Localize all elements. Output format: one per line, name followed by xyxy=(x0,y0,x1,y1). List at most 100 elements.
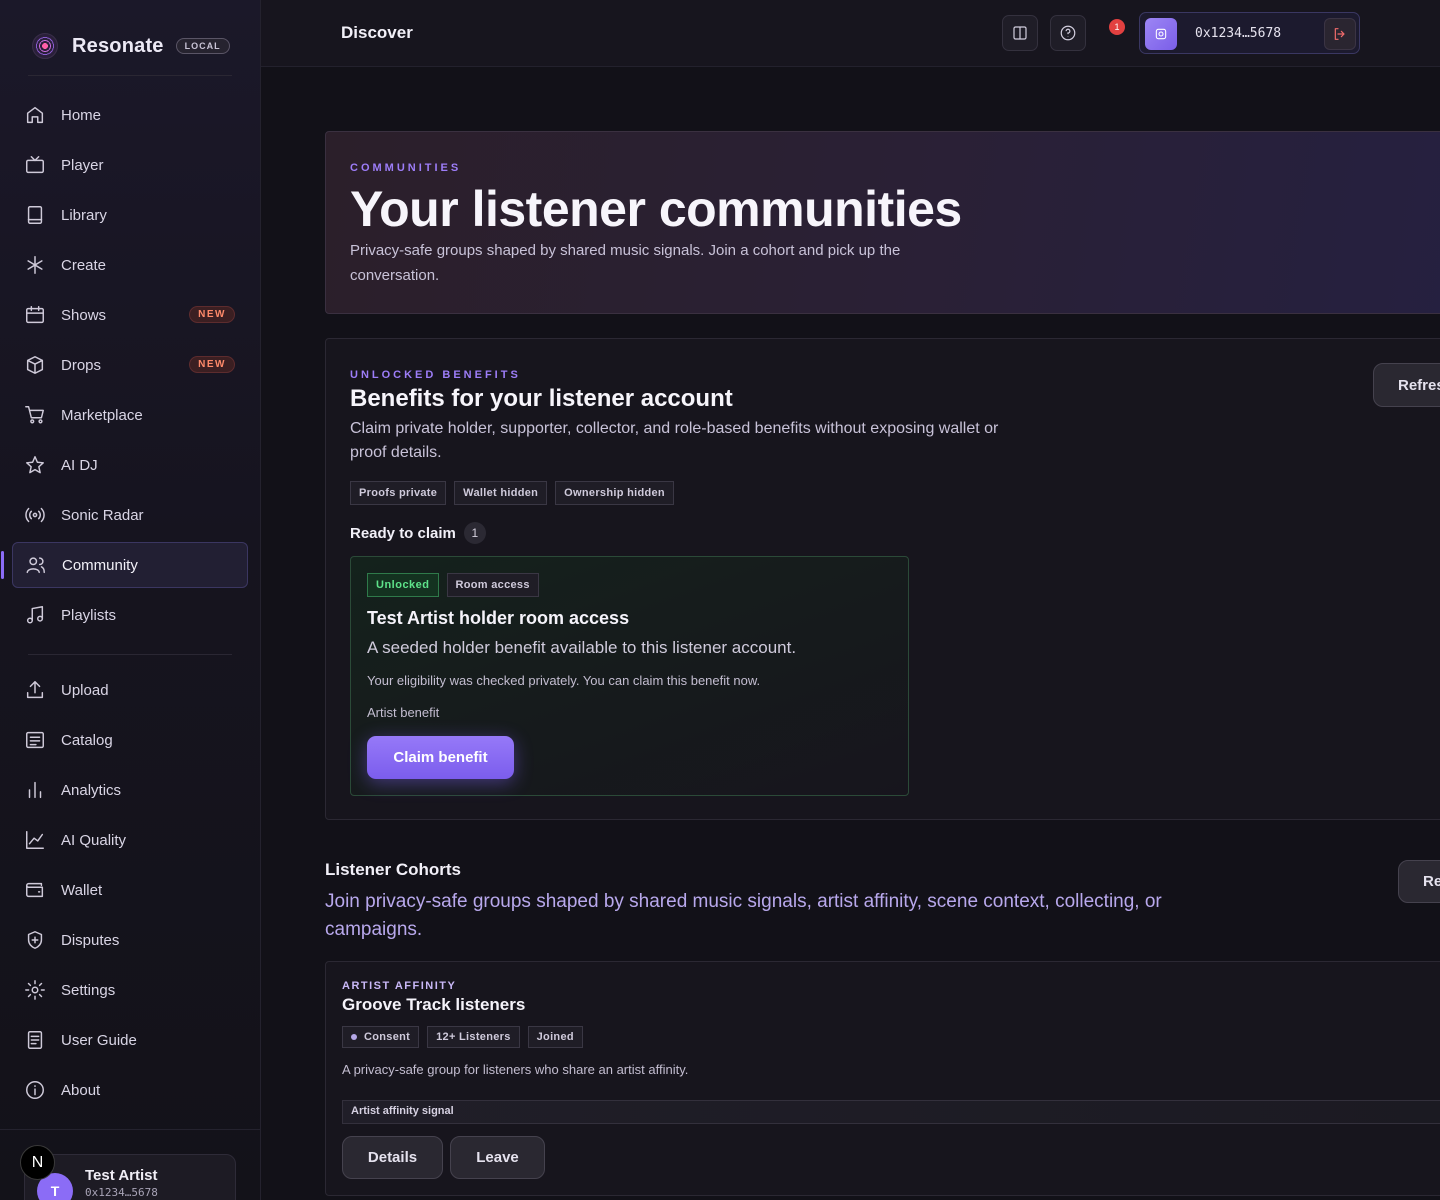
divider xyxy=(28,654,232,655)
refresh-benefits-button[interactable]: Refresh xyxy=(1373,363,1440,407)
radar-icon xyxy=(25,507,45,523)
divider xyxy=(28,75,232,76)
wallet-avatar-icon xyxy=(1145,18,1177,50)
sidebar-item-label: Shows xyxy=(61,306,107,324)
asterisk-icon xyxy=(27,256,43,274)
cohort-card: ARTIST AFFINITY Groove Track listeners C… xyxy=(325,961,1440,1196)
sidebar-item-label: Settings xyxy=(61,981,116,999)
star-icon xyxy=(26,456,44,474)
bar-chart-icon xyxy=(28,781,42,799)
sidebar-item-shows[interactable]: Shows NEW xyxy=(12,292,248,338)
home-icon xyxy=(26,106,44,124)
box-icon xyxy=(26,356,44,374)
top-bar: Discover 1 0x1234…5678 xyxy=(261,0,1440,67)
cart-icon xyxy=(25,406,44,424)
ready-count-badge: 1 xyxy=(463,522,486,544)
sidebar-item-sonic-radar[interactable]: Sonic Radar xyxy=(12,492,248,538)
sidebar-item-disputes[interactable]: Disputes xyxy=(12,917,248,963)
sidebar-item-label: Player xyxy=(61,156,104,174)
claim-benefit-button[interactable]: Claim benefit xyxy=(367,736,514,779)
page-title: Discover xyxy=(341,23,413,42)
panel-icon xyxy=(1013,26,1027,40)
sidebar-item-playlists[interactable]: Playlists xyxy=(12,592,248,638)
sidebar-item-wallet[interactable]: Wallet xyxy=(12,867,248,913)
toggle-panel-button[interactable] xyxy=(1002,15,1038,51)
sidebar-item-community[interactable]: Community xyxy=(1,542,248,588)
new-badge: NEW xyxy=(189,306,235,323)
logout-button[interactable] xyxy=(1324,18,1356,50)
info-icon xyxy=(26,1081,44,1099)
sidebar-item-ai-dj[interactable]: AI DJ xyxy=(12,442,248,488)
sidebar-item-upload[interactable]: Upload xyxy=(12,667,248,713)
wallet-address: 0x1234…5678 xyxy=(1195,26,1282,41)
privacy-tag: Proofs private xyxy=(350,481,447,505)
cohorts-subtitle: Join privacy-safe groups shaped by share… xyxy=(325,891,1162,940)
sidebar-item-create[interactable]: Create xyxy=(12,242,248,288)
sidebar-item-home[interactable]: Home xyxy=(12,92,248,138)
benefit-tags: Unlocked Room access xyxy=(367,573,539,597)
sidebar-item-label: AI DJ xyxy=(61,456,98,474)
details-button[interactable]: Details xyxy=(342,1136,443,1179)
logout-icon xyxy=(1334,28,1345,40)
user-profile-card[interactable]: T Test Artist 0x1234…5678 xyxy=(24,1154,236,1200)
tv-icon xyxy=(26,156,44,174)
wallet-chip[interactable]: 0x1234…5678 xyxy=(1139,12,1360,54)
sidebar-item-label: Create xyxy=(61,256,107,274)
benefit-kind: Artist benefit xyxy=(367,705,440,720)
sidebar-item-library[interactable]: Library xyxy=(12,192,248,238)
line-chart-icon xyxy=(26,831,44,849)
users-icon xyxy=(26,557,45,574)
next-dev-badge[interactable]: N xyxy=(20,1145,55,1180)
gear-icon xyxy=(25,980,45,1000)
benefits-title: Benefits for your listener account xyxy=(350,385,733,412)
benefits-subtitle: Claim private holder, supporter, collect… xyxy=(350,420,999,461)
status-badge: Unlocked xyxy=(367,573,439,597)
sidebar-item-analytics[interactable]: Analytics xyxy=(12,767,248,813)
document-icon xyxy=(27,1031,43,1049)
sidebar-item-user-guide[interactable]: User Guide xyxy=(12,1017,248,1063)
sidebar-item-marketplace[interactable]: Marketplace xyxy=(12,392,248,438)
benefit-eligibility: Your eligibility was checked privately. … xyxy=(367,673,761,688)
sidebar-item-settings[interactable]: Settings xyxy=(12,967,248,1013)
refresh-cohorts-button[interactable]: Refresh xyxy=(1398,860,1440,903)
privacy-tag: Wallet hidden xyxy=(454,481,548,505)
hero-subtitle: Privacy-safe groups shaped by shared mus… xyxy=(350,242,901,284)
user-address: 0x1234…5678 xyxy=(85,1186,158,1199)
list-icon xyxy=(26,731,44,749)
sidebar-item-label: Upload xyxy=(61,681,109,699)
calendar-icon xyxy=(26,306,44,324)
notification-badge[interactable]: 1 xyxy=(1109,19,1125,35)
sidebar-item-label: Community xyxy=(62,556,138,574)
music-note-icon xyxy=(26,606,44,624)
sidebar-item-about[interactable]: About xyxy=(12,1067,248,1113)
help-button[interactable] xyxy=(1050,15,1086,51)
privacy-tags: Proofs private Wallet hidden Ownership h… xyxy=(350,481,674,505)
shield-icon xyxy=(27,931,43,949)
benefit-type-tag: Room access xyxy=(446,573,539,597)
sidebar-item-label: Playlists xyxy=(61,606,117,624)
consent-label: Consent xyxy=(364,1031,411,1043)
brand[interactable]: Resonate LOCAL xyxy=(32,32,230,60)
benefits-eyebrow: UNLOCKED BENEFITS xyxy=(350,369,521,381)
cohort-tags: Consent 12+ Listeners Joined xyxy=(342,1026,583,1048)
book-icon xyxy=(27,206,43,224)
sidebar-item-drops[interactable]: Drops NEW xyxy=(12,342,248,388)
consent-tag: Consent xyxy=(342,1026,420,1048)
sidebar-item-label: AI Quality xyxy=(61,831,127,849)
benefit-description: A seeded holder benefit available to thi… xyxy=(367,638,797,657)
wallet-icon xyxy=(26,882,44,898)
sidebar-item-player[interactable]: Player xyxy=(12,142,248,188)
sidebar-item-label: Marketplace xyxy=(61,406,143,424)
ready-label: Ready to claim xyxy=(350,524,456,542)
cohort-eyebrow: ARTIST AFFINITY xyxy=(342,980,457,992)
sidebar-item-label: Catalog xyxy=(61,731,113,749)
privacy-tag: Ownership hidden xyxy=(555,481,674,505)
sidebar: Resonate LOCAL Home Player Library Creat… xyxy=(0,0,261,1200)
sidebar-item-ai-quality[interactable]: AI Quality xyxy=(12,817,248,863)
sidebar-item-catalog[interactable]: Catalog xyxy=(12,717,248,763)
benefit-title: Test Artist holder room access xyxy=(367,608,630,628)
benefits-panel: UNLOCKED BENEFITS Benefits for your list… xyxy=(325,338,1440,820)
sidebar-item-label: Home xyxy=(61,106,102,124)
leave-button[interactable]: Leave xyxy=(450,1136,545,1179)
sidebar-item-label: Disputes xyxy=(61,931,120,949)
